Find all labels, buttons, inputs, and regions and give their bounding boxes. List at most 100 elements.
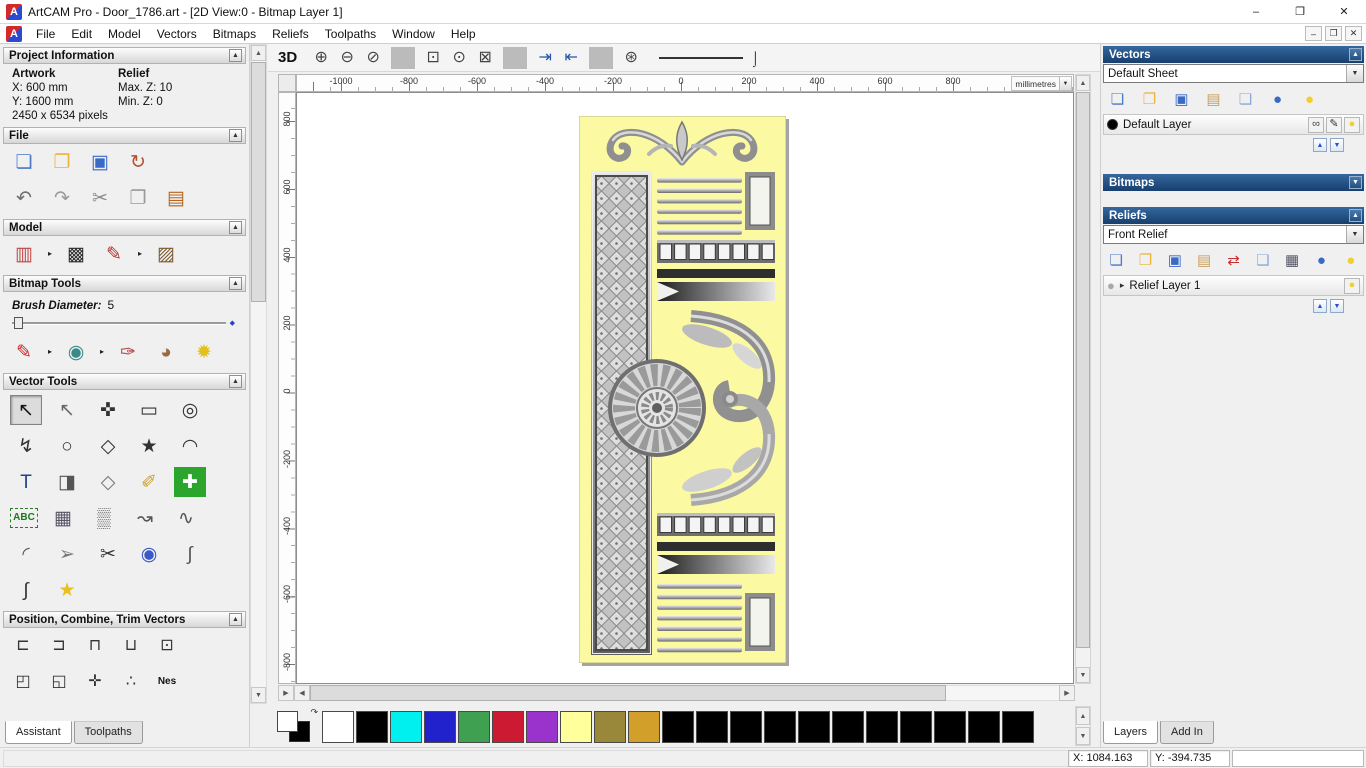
zoom-fit-icon[interactable]: ⊠ [473,47,497,69]
join-vectors-icon[interactable]: ➢ [51,539,83,569]
polyline-tool-icon[interactable]: ↯ [10,431,42,461]
snap-guides-icon[interactable]: ⇤ [559,47,583,69]
tab-toolpaths[interactable]: Toolpaths [73,721,143,744]
restore-button[interactable]: ❐ [1278,0,1322,24]
primary-colour-swatch[interactable] [277,711,298,732]
star-wizard-icon[interactable]: ★ [51,575,83,605]
bezier-curve-icon[interactable]: ↝ [129,503,161,533]
array-copy-icon[interactable]: ∴ [116,670,146,695]
new-relief-sheet-icon[interactable]: ❏ [1252,249,1274,271]
model-transfer-icon[interactable]: ↻ [122,147,154,177]
menu-file[interactable]: File [28,25,63,43]
save-relief-layer-icon[interactable]: ▣ [1164,249,1186,271]
relief-selector[interactable]: Front Relief ▼ [1103,225,1364,244]
new-model-icon[interactable]: ❏ [8,147,40,177]
tab-layers[interactable]: Layers [1103,721,1159,744]
palette-colour-swatch[interactable] [390,711,422,743]
palette-colour-swatch[interactable] [730,711,762,743]
transform-vectors-icon[interactable]: ✜ [92,395,124,425]
align-top-icon[interactable]: ⊓ [80,634,110,659]
combine-union-icon[interactable]: ◰ [8,670,38,695]
palette-colour-swatch[interactable] [764,711,796,743]
palette-colour-swatch[interactable] [900,711,932,743]
collapse-section-button[interactable]: ▲ [229,277,242,290]
text-tool-icon[interactable]: T [10,467,42,497]
nest-vectors-icon[interactable]: Nes [152,670,182,695]
circle-tool-icon[interactable]: ◎ [174,395,206,425]
mirror-vectors-icon[interactable]: ◨ [51,467,83,497]
chevron-down-icon[interactable]: ▼ [1059,77,1071,90]
palette-colour-swatch[interactable] [1002,711,1034,743]
canvas-vertical-scrollbar[interactable]: ▲ ▼ [1075,74,1091,684]
flood-fill-icon[interactable]: ◉ [60,337,92,367]
mdi-restore-button[interactable]: ❐ [1325,26,1342,41]
block-paste-icon[interactable]: ✚ [174,467,206,497]
snap-grid-icon[interactable]: ⇥ [533,47,557,69]
palette-colour-swatch[interactable] [594,711,626,743]
transfer-relief-icon[interactable]: ⇄ [1222,249,1244,271]
move-layer-down-button[interactable]: ▼ [1330,138,1344,152]
collapse-section-button[interactable]: ▲ [229,49,242,62]
align-bottom-icon[interactable]: ⊔ [116,634,146,659]
menu-window[interactable]: Window [384,25,443,43]
relief-layer-row[interactable]: ● ▸ Relief Layer 1 ● [1103,275,1364,296]
snap-sphere-icon[interactable]: ● [1265,88,1290,110]
arc-fit-icon[interactable]: ◜ [10,539,42,569]
primary-secondary-colour-indicator[interactable]: ↷ [276,707,318,745]
ellipse-tool-icon[interactable]: ○ [51,431,83,461]
pane-toggle-button[interactable]: ▶ [278,685,294,701]
swap-colours-icon[interactable]: ↷ [310,707,318,718]
assistant-scrollbar[interactable]: ▲ ▼ [250,44,267,704]
dot-pattern-icon[interactable]: ▒ [88,503,120,533]
load-image-icon[interactable]: ▨ [150,239,182,269]
scroll-up-button[interactable]: ▲ [1076,75,1090,91]
relief-sphere-icon[interactable]: ● [1310,249,1332,271]
menu-edit[interactable]: Edit [63,25,100,43]
units-selector[interactable]: millimetres ▼ [1011,76,1072,91]
palette-colour-swatch[interactable] [322,711,354,743]
scroll-up-button[interactable]: ▲ [1076,707,1090,725]
menu-bitmaps[interactable]: Bitmaps [205,25,264,43]
save-vector-layer-icon[interactable]: ▣ [1169,88,1194,110]
flyout-arrow-icon[interactable]: ▸ [136,239,144,269]
wireframe-icon[interactable]: ▦ [47,503,79,533]
palette-colour-swatch[interactable] [458,711,490,743]
slider-handle[interactable] [14,317,23,329]
canvas-horizontal-scrollbar[interactable]: ▶ ◀ ▶ [278,685,1075,701]
close-button[interactable]: ✕ [1322,0,1366,24]
load-relief-icon[interactable]: ▥ [8,239,40,269]
weld-vectors-icon[interactable]: ✛ [80,670,110,695]
layer-visibility-icon[interactable]: ● [1344,116,1360,133]
flyout-arrow-icon[interactable]: ▸ [98,337,106,367]
layer-colour-swatch[interactable] [1107,119,1118,130]
mdi-minimize-button[interactable]: – [1305,26,1322,41]
vector-layer-row[interactable]: Default Layer ∞ ✎ ● [1103,114,1364,135]
scroll-down-button[interactable]: ▼ [1076,727,1090,745]
new-sheet-icon[interactable]: ❏ [1233,88,1258,110]
polygon-tool-icon[interactable]: ◇ [92,431,124,461]
expand-bitmaps-button[interactable]: ▼ [1349,176,1362,189]
lock-layer-icon[interactable]: ∞ [1308,116,1324,133]
arc-tool-icon[interactable]: ◠ [174,431,206,461]
texture-splat-icon[interactable]: ✹ [188,337,220,367]
cut-icon[interactable]: ✂ [84,183,116,213]
align-right-icon[interactable]: ⊐ [44,634,74,659]
brush-diameter-slider[interactable]: ◆ [12,314,235,332]
greyscale-view-icon[interactable]: ▩ [60,239,92,269]
palette-colour-swatch[interactable] [560,711,592,743]
collapse-section-button[interactable]: ▲ [229,613,242,626]
palette-colour-swatch[interactable] [832,711,864,743]
menu-vectors[interactable]: Vectors [149,25,205,43]
trim-vectors-icon[interactable]: ✂ [92,539,124,569]
menu-help[interactable]: Help [443,25,484,43]
rectangle-tool-icon[interactable]: ▭ [133,395,165,425]
offset-vectors-icon[interactable]: ◇ [92,467,124,497]
scroll-left-button[interactable]: ◀ [294,685,310,701]
shape-editor-icon[interactable]: ✎ [98,239,130,269]
move-relief-down-button[interactable]: ▼ [1330,299,1344,313]
measure-tool-icon[interactable]: ✐ [133,467,165,497]
scroll-down-button[interactable]: ▼ [1076,667,1090,683]
spline-icon[interactable]: ∫ [174,539,206,569]
text-block-icon[interactable]: ABC [10,508,38,528]
scroll-down-button[interactable]: ▼ [251,687,266,703]
